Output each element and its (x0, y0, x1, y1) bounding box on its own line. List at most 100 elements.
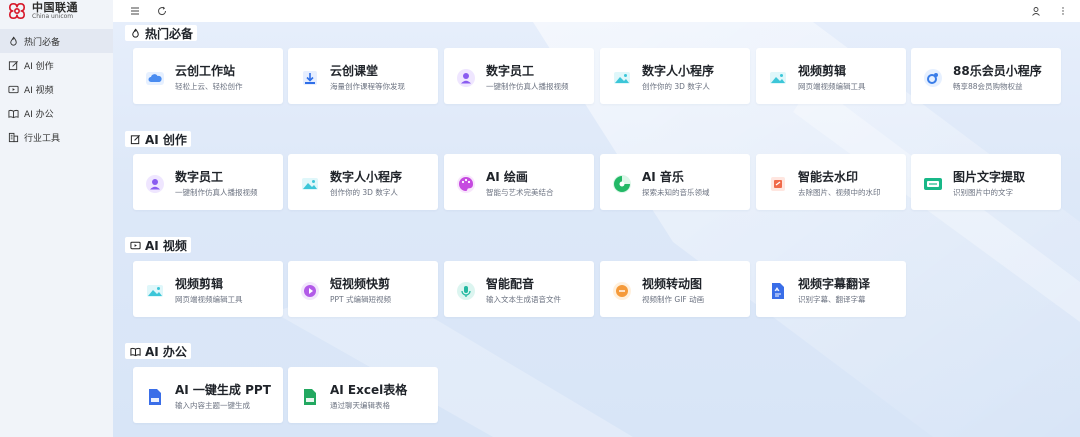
clip-icon (300, 281, 320, 301)
brand-name-cn: 中国联通 (32, 1, 78, 14)
card-desc: 识别图片中的文字 (953, 188, 1013, 197)
avatar-icon (456, 68, 476, 88)
tool-card[interactable]: 视频转动图 视频制作 GIF 动画 (600, 261, 750, 317)
edit-icon (129, 133, 141, 145)
card-title: 视频字幕翻译 (798, 277, 871, 291)
card-desc: 海量创作课程等你发现 (330, 82, 405, 91)
section-title-text: AI 创作 (145, 132, 187, 147)
sidebar-item-ai-video[interactable]: AI 视频 (0, 77, 113, 101)
tool-card[interactable]: 数字员工 一键制作仿真人播报视频 (133, 154, 283, 210)
image-icon (768, 68, 788, 88)
tool-card[interactable]: 视频剪辑 网页端视频编辑工具 (756, 48, 906, 104)
card-desc: 一键制作仿真人播报视频 (486, 82, 569, 91)
tool-card[interactable]: AI 一键生成 PPT 输入内容主题一键生成 (133, 367, 283, 423)
avatar-icon (145, 174, 165, 194)
palette-icon (456, 174, 476, 194)
card-desc: 创作你的 3D 数字人 (330, 188, 398, 197)
tool-card[interactable]: 云创工作站 轻松上云、轻松创作 (133, 48, 283, 104)
tool-card[interactable]: 智能去水印 去除图片、视频中的水印 (756, 154, 906, 210)
section-title-hot: 热门必备 (125, 25, 198, 41)
image-icon (612, 68, 632, 88)
card-desc: PPT 式编辑短视频 (330, 295, 392, 304)
sidebar-item-ai-office[interactable]: AI 办公 (0, 101, 113, 125)
card-desc: 网页端视频编辑工具 (798, 82, 866, 91)
card-title: AI 音乐 (642, 170, 684, 184)
tool-card[interactable]: 数字员工 一键制作仿真人播报视频 (444, 48, 594, 104)
tool-card[interactable]: 图片文字提取 识别图片中的文字 (911, 154, 1061, 210)
tool-card[interactable]: 短视频快剪 PPT 式编辑短视频 (288, 261, 438, 317)
card-title: 88乐会员小程序 (953, 64, 1042, 78)
tool-card[interactable]: 智能配音 输入文本生成语音文件 (444, 261, 594, 317)
tool-card[interactable]: 视频剪辑 网页端视频编辑工具 (133, 261, 283, 317)
card-title: AI 绘画 (486, 170, 528, 184)
sidebar-item-label: 热门必备 (24, 37, 61, 48)
sidebar-item-label: AI 视频 (24, 85, 54, 96)
ppt-icon (145, 387, 165, 407)
card-desc: 畅享88会员购物权益 (953, 82, 1023, 91)
tool-card[interactable]: AI Excel表格 通过聊天编辑表格 (288, 367, 438, 423)
card-desc: 通过聊天编辑表格 (330, 401, 390, 410)
sidebar-item-industry-tools[interactable]: 行业工具 (0, 125, 113, 149)
card-desc: 网页端视频编辑工具 (175, 295, 243, 304)
card-title: 数字员工 (486, 64, 535, 78)
sidebar-item-hot[interactable]: 热门必备 (0, 29, 113, 53)
eraser-icon (768, 174, 788, 194)
ocr-icon (923, 174, 943, 194)
card-title: 短视频快剪 (330, 277, 391, 291)
gift-icon (923, 68, 943, 88)
sidebar-item-ai-create[interactable]: AI 创作 (0, 53, 113, 77)
image-icon (145, 281, 165, 301)
more-icon[interactable] (1057, 5, 1069, 17)
menu-icon[interactable] (129, 5, 141, 17)
sidebar-nav: 热门必备 AI 创作 AI 视频 AI 办公 行业工具 (0, 29, 113, 149)
card-title: 智能配音 (486, 277, 535, 291)
user-icon[interactable] (1030, 5, 1042, 17)
image-icon (300, 174, 320, 194)
card-title: 智能去水印 (798, 170, 859, 184)
card-title: 云创课堂 (330, 64, 379, 78)
download-icon (300, 68, 320, 88)
video-icon (129, 239, 141, 251)
section-title-ai-office: AI 办公 (125, 343, 191, 359)
card-title: 图片文字提取 (953, 170, 1026, 184)
sidebar-item-label: 行业工具 (24, 133, 61, 144)
edit-icon (7, 59, 19, 71)
tool-card[interactable]: 数字人小程序 创作你的 3D 数字人 (288, 154, 438, 210)
tool-card[interactable]: AI 音乐 探索未知的音乐领域 (600, 154, 750, 210)
card-desc: 一键制作仿真人播报视频 (175, 188, 258, 197)
card-desc: 探索未知的音乐领域 (642, 188, 710, 197)
flame-icon (129, 27, 141, 39)
tool-card[interactable]: 视频字幕翻译 识别字幕、翻译字幕 (756, 261, 906, 317)
card-desc: 输入文本生成语音文件 (486, 295, 561, 304)
flame-icon (7, 35, 19, 47)
card-title: 视频剪辑 (175, 277, 224, 291)
brand-name-en: China unicom (32, 13, 74, 20)
tool-card[interactable]: 88乐会员小程序 畅享88会员购物权益 (911, 48, 1061, 104)
tool-card[interactable]: 数字人小程序 创作你的 3D 数字人 (600, 48, 750, 104)
voice-icon (456, 281, 476, 301)
music-icon (612, 174, 632, 194)
sidebar-item-label: AI 办公 (24, 109, 54, 120)
card-title: 视频剪辑 (798, 64, 847, 78)
section-title-ai-video: AI 视频 (125, 237, 191, 253)
refresh-icon[interactable] (156, 5, 168, 17)
card-title: 云创工作站 (175, 64, 236, 78)
card-desc: 识别字幕、翻译字幕 (798, 295, 866, 304)
book-icon (7, 107, 19, 119)
card-title: 数字人小程序 (642, 64, 715, 78)
brand-logo[interactable]: 中国联通 China unicom (6, 2, 78, 20)
card-desc: 输入内容主题一键生成 (175, 401, 250, 410)
tool-card[interactable]: 云创课堂 海量创作课程等你发现 (288, 48, 438, 104)
gif-icon (612, 281, 632, 301)
section-title-ai-create: AI 创作 (125, 131, 191, 147)
section-title-text: AI 办公 (145, 344, 187, 359)
sidebar: 中国联通 China unicom 热门必备 AI 创作 AI 视频 AI 办公… (0, 0, 113, 437)
card-desc: 轻松上云、轻松创作 (175, 82, 243, 91)
unicom-knot-icon (8, 2, 26, 20)
card-title: 数字员工 (175, 170, 224, 184)
card-title: 数字人小程序 (330, 170, 403, 184)
building-icon (7, 131, 19, 143)
card-desc: 视频制作 GIF 动画 (642, 295, 705, 304)
cloud-icon (145, 68, 165, 88)
tool-card[interactable]: AI 绘画 智能与艺术完美结合 (444, 154, 594, 210)
